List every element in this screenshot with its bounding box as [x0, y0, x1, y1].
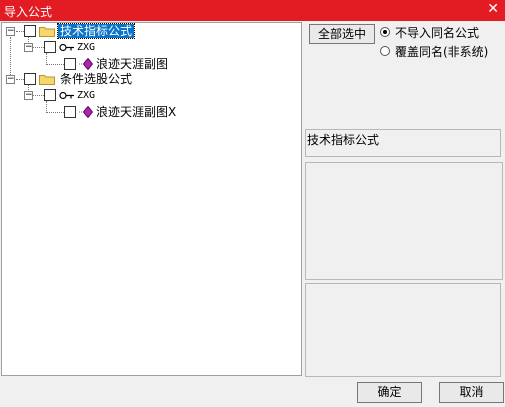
radio-overwrite-label: 覆盖同名(非系统): [395, 45, 489, 59]
tree-node-label: 浪迹天涯副图X: [96, 105, 177, 119]
radio-overwrite-duplicates[interactable]: [380, 46, 390, 56]
preview-panel: [305, 283, 501, 377]
collapse-icon[interactable]: −: [24, 91, 33, 100]
checkbox[interactable]: [64, 106, 76, 118]
title-bar: 导入公式 ✕: [0, 0, 505, 21]
formula-icon: [79, 106, 93, 118]
formula-icon: [79, 58, 93, 70]
import-formula-dialog: 导入公式 ✕ − 技术指标公式 − ZXG 浪迹天涯副图 − 条件选股公式 − …: [0, 0, 505, 407]
ok-button[interactable]: 确定: [357, 382, 422, 403]
cancel-button[interactable]: 取消: [439, 382, 504, 403]
select-all-button[interactable]: 全部选中: [309, 24, 375, 44]
description-panel: [305, 162, 503, 280]
radio-skip-duplicates[interactable]: [380, 27, 390, 37]
tree-node-label: 条件选股公式: [60, 72, 133, 86]
close-icon[interactable]: ✕: [487, 1, 499, 17]
collapse-icon[interactable]: −: [6, 27, 15, 36]
checkbox[interactable]: [44, 89, 56, 101]
key-icon: [59, 43, 74, 52]
info-text: 技术指标公式: [307, 133, 380, 147]
collapse-icon[interactable]: −: [24, 43, 33, 52]
checkbox[interactable]: [24, 25, 36, 37]
radio-skip-label: 不导入同名公式: [395, 26, 480, 40]
tree-node-label: 浪迹天涯副图: [96, 57, 169, 71]
window-title: 导入公式: [4, 5, 53, 19]
folder-icon: [39, 75, 55, 85]
selected-formula-info: 技术指标公式: [305, 129, 501, 157]
checkbox[interactable]: [24, 73, 36, 85]
checkbox[interactable]: [44, 41, 56, 53]
tree-node-label: ZXG: [77, 90, 96, 101]
key-icon: [59, 91, 74, 100]
collapse-icon[interactable]: −: [6, 75, 15, 84]
tree-node-label: ZXG: [77, 42, 96, 53]
checkbox[interactable]: [64, 58, 76, 70]
formula-tree[interactable]: − 技术指标公式 − ZXG 浪迹天涯副图 − 条件选股公式 − ZXG 浪迹天…: [1, 22, 302, 376]
tree-node-label: 技术指标公式: [56, 23, 136, 39]
folder-icon: [39, 27, 55, 37]
